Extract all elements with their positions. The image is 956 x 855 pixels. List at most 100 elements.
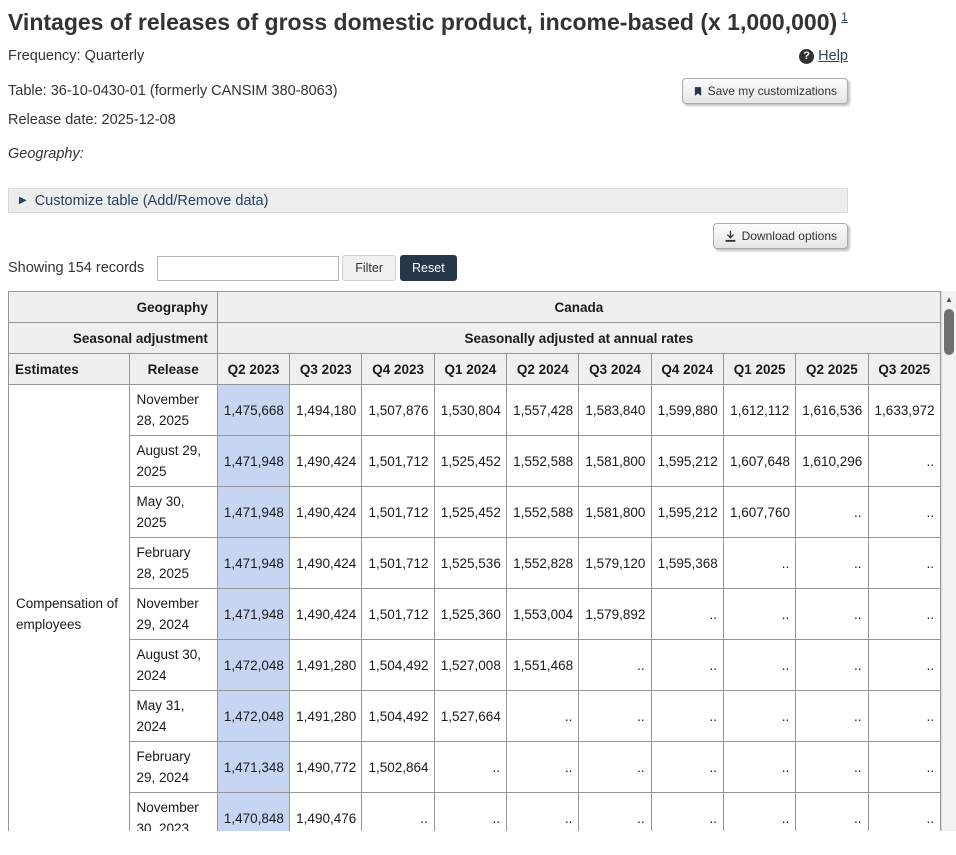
value-cell: 1,612,112 — [723, 385, 795, 436]
value-cell: .. — [796, 589, 868, 640]
frequency-label: Frequency: Quarterly — [8, 48, 144, 64]
geography-value: Canada — [217, 292, 940, 323]
value-cell: 1,501,712 — [362, 589, 434, 640]
release-date-cell: November 28, 2025 — [129, 385, 217, 436]
column-header-q4-2023: Q4 2023 — [362, 354, 434, 385]
release-date-cell: August 30, 2024 — [129, 640, 217, 691]
table-row: May 31, 20241,472,0481,491,2801,504,4921… — [9, 691, 941, 742]
filter-button[interactable]: Filter — [342, 255, 396, 281]
value-cell: .. — [796, 487, 868, 538]
help-link[interactable]: ? Help — [799, 48, 848, 64]
value-cell: .. — [507, 691, 579, 742]
value-cell: .. — [651, 742, 723, 793]
value-cell: 1,525,536 — [434, 538, 506, 589]
seasonal-adjustment-value: Seasonally adjusted at annual rates — [217, 323, 940, 354]
value-cell: .. — [579, 742, 651, 793]
value-cell: 1,501,712 — [362, 436, 434, 487]
footnote-link[interactable]: 1 — [841, 10, 848, 24]
column-header-q1-2024: Q1 2024 — [434, 354, 506, 385]
customize-table-label: Customize table (Add/Remove data) — [35, 193, 269, 209]
page-header: Vintages of releases of gross domestic p… — [0, 0, 856, 281]
value-cell: 1,527,008 — [434, 640, 506, 691]
value-cell: 1,490,476 — [290, 793, 362, 832]
table-reference-row: Table: 36-10-0430-01 (formerly CANSIM 38… — [8, 78, 848, 104]
release-date-row: Release date: 2025-12-08 — [8, 112, 848, 128]
value-cell: 1,530,804 — [434, 385, 506, 436]
value-cell: 1,494,180 — [290, 385, 362, 436]
record-count: Showing 154 records — [8, 260, 144, 276]
download-options-button[interactable]: Download options — [713, 223, 848, 249]
value-cell: 1,475,668 — [217, 385, 289, 436]
column-header-q4-2024: Q4 2024 — [651, 354, 723, 385]
value-cell: 1,471,948 — [217, 487, 289, 538]
table-row: August 30, 20241,472,0481,491,2801,504,4… — [9, 640, 941, 691]
value-cell: 1,504,492 — [362, 691, 434, 742]
table-row: February 29, 20241,471,3481,490,7721,502… — [9, 742, 941, 793]
save-customizations-label: Save my customizations — [708, 84, 837, 98]
release-date-cell: May 31, 2024 — [129, 691, 217, 742]
value-cell: 1,599,880 — [651, 385, 723, 436]
value-cell: 1,471,948 — [217, 589, 289, 640]
value-cell: .. — [868, 691, 940, 742]
value-cell: .. — [796, 742, 868, 793]
value-cell: .. — [796, 640, 868, 691]
value-cell: .. — [723, 793, 795, 832]
value-cell: .. — [579, 793, 651, 832]
value-cell: .. — [651, 691, 723, 742]
release-header: Release — [129, 354, 217, 385]
value-cell: .. — [507, 793, 579, 832]
value-cell: 1,491,280 — [290, 640, 362, 691]
value-cell: .. — [579, 691, 651, 742]
release-date-cell: February 29, 2024 — [129, 742, 217, 793]
scrollbar-thumb[interactable] — [944, 309, 954, 355]
value-cell: .. — [868, 487, 940, 538]
table-row: November 29, 20241,471,9481,490,4241,501… — [9, 589, 941, 640]
value-cell: .. — [723, 742, 795, 793]
value-cell: 1,525,452 — [434, 436, 506, 487]
reset-button[interactable]: Reset — [400, 255, 457, 281]
page-title: Vintages of releases of gross domestic p… — [8, 8, 848, 36]
value-cell: 1,490,424 — [290, 538, 362, 589]
scroll-up-arrow[interactable]: ▲ — [942, 291, 956, 307]
value-cell: 1,607,648 — [723, 436, 795, 487]
column-header-q3-2025: Q3 2025 — [868, 354, 940, 385]
value-cell: 1,579,120 — [579, 538, 651, 589]
table-row: August 29, 20251,471,9481,490,4241,501,7… — [9, 436, 941, 487]
value-cell: .. — [579, 640, 651, 691]
release-date-cell: November 29, 2024 — [129, 589, 217, 640]
value-cell: 1,583,840 — [579, 385, 651, 436]
vintages-table: Geography Canada Seasonal adjustment Sea… — [8, 291, 941, 831]
value-cell: 1,501,712 — [362, 487, 434, 538]
value-cell: 1,472,048 — [217, 640, 289, 691]
estimates-header: Estimates — [9, 354, 130, 385]
value-cell: .. — [868, 793, 940, 832]
value-cell: 1,472,048 — [217, 691, 289, 742]
release-date-cell: May 30, 2025 — [129, 487, 217, 538]
value-cell: 1,552,588 — [507, 487, 579, 538]
geography-row: Geography: — [8, 146, 848, 162]
value-cell: .. — [796, 793, 868, 832]
value-cell: 1,595,368 — [651, 538, 723, 589]
value-cell: 1,557,428 — [507, 385, 579, 436]
table-row: May 30, 20251,471,9481,490,4241,501,7121… — [9, 487, 941, 538]
value-cell: .. — [723, 640, 795, 691]
vertical-scrollbar[interactable]: ▲ — [941, 291, 956, 831]
value-cell: 1,525,452 — [434, 487, 506, 538]
value-cell: 1,581,800 — [579, 436, 651, 487]
value-cell: 1,470,848 — [217, 793, 289, 832]
value-cell: 1,471,948 — [217, 538, 289, 589]
value-cell: .. — [868, 589, 940, 640]
save-customizations-button[interactable]: Save my customizations — [682, 78, 848, 104]
value-cell: 1,490,772 — [290, 742, 362, 793]
value-cell: 1,502,864 — [362, 742, 434, 793]
release-date-cell: February 28, 2025 — [129, 538, 217, 589]
value-cell: 1,595,212 — [651, 436, 723, 487]
value-cell: 1,504,492 — [362, 640, 434, 691]
geography-header-row: Geography Canada — [9, 292, 941, 323]
customize-table-expander[interactable]: ▶ Customize table (Add/Remove data) — [8, 188, 848, 213]
filter-input[interactable] — [157, 256, 339, 281]
value-cell: 1,553,004 — [507, 589, 579, 640]
value-cell: 1,552,828 — [507, 538, 579, 589]
value-cell: 1,471,948 — [217, 436, 289, 487]
question-circle-icon: ? — [799, 49, 814, 64]
